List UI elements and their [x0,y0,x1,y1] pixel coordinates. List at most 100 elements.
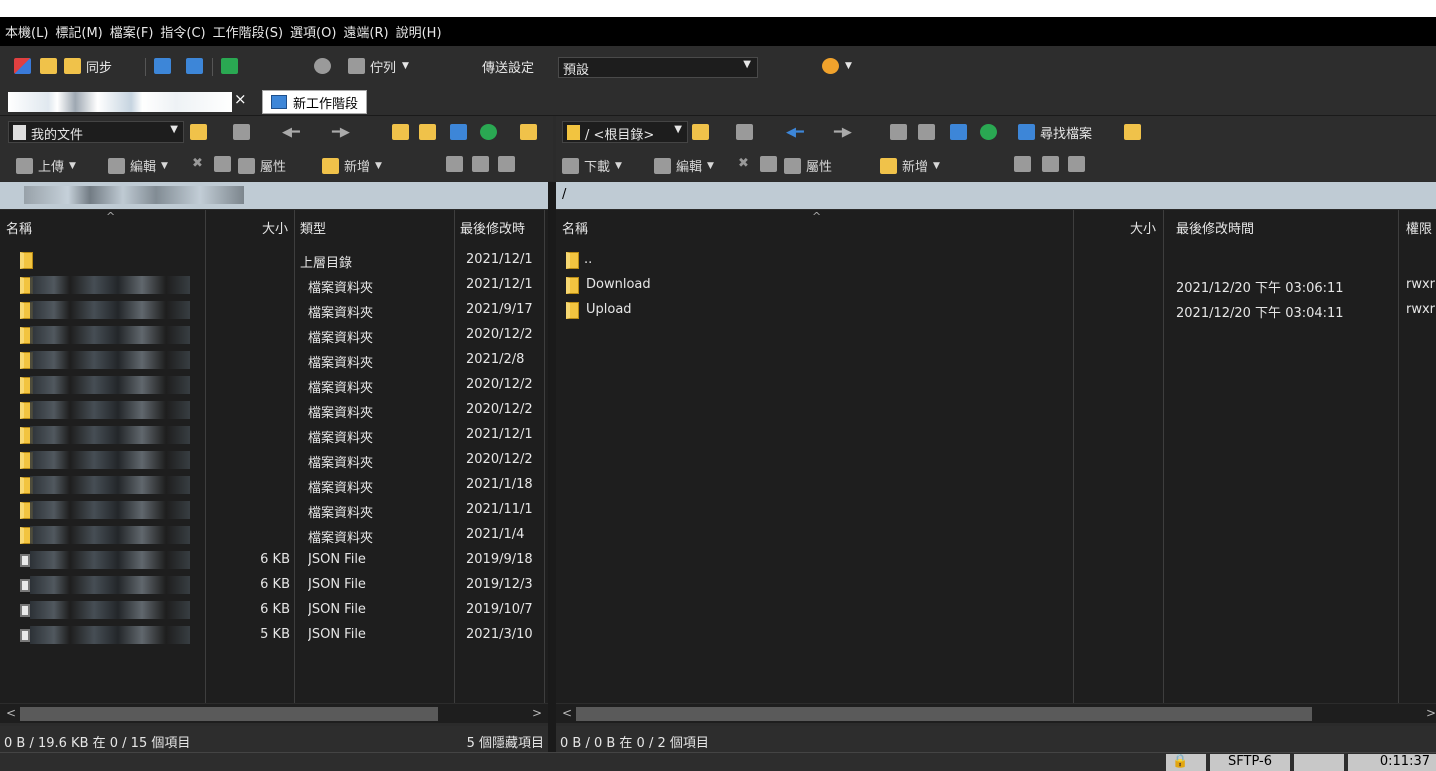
local-location-select[interactable]: 我的文件 ▼ [8,121,184,143]
menu-mark[interactable]: 標記(M) [55,22,102,41]
list-item[interactable]: Download 2021/12/20 下午 03:06:11 rwxr [556,273,1436,298]
local-root-dir-button[interactable] [419,122,436,142]
remote-refresh-button[interactable] [980,122,997,142]
queue-button[interactable]: 佇列 ▼ [348,56,409,76]
remote-edit-button[interactable]: 編輯 ▼ [654,156,714,175]
synchronize-browse-button[interactable] [40,56,57,76]
refresh-button[interactable] [221,56,238,76]
remote-new-button[interactable]: 新增 ▼ [880,156,940,175]
console-button[interactable] [154,56,171,76]
col-size-header[interactable]: 大小 [206,210,294,240]
list-item[interactable]: 檔案資料夾 2021/11/1 [0,498,548,523]
remote-properties-button[interactable]: 屬性 [784,156,832,175]
list-item[interactable]: .. [556,248,1436,273]
local-horizontal-scrollbar[interactable]: < > [0,703,548,723]
list-item[interactable]: 6 KB JSON File 2019/12/3 [0,573,548,598]
remote-parent-dir-button[interactable] [890,122,907,142]
local-find-button[interactable] [520,122,537,142]
list-item[interactable]: 檔案資料夾 2021/9/17 [0,298,548,323]
list-item[interactable]: 上層目錄 2021/12/1 [0,248,548,273]
list-item[interactable]: 檔案資料夾 2020/12/2 [0,373,548,398]
list-item[interactable]: 檔案資料夾 2021/12/1 [0,273,548,298]
remote-open-folder-button[interactable] [692,122,709,142]
remote-path-bar[interactable]: / [556,182,1436,209]
remote-home-button[interactable] [950,122,967,142]
local-open-folder-button[interactable] [190,122,207,142]
local-properties-button[interactable]: 屬性 [238,156,286,175]
remote-unselect-button[interactable] [1042,156,1059,172]
scroll-right-icon[interactable]: > [1426,706,1436,720]
compare-directories-button[interactable] [14,56,31,76]
local-home-button[interactable] [450,122,467,142]
new-session-tab[interactable]: 新工作階段 [262,90,368,114]
col-modified-header[interactable]: 最後修改時間 [1170,210,1400,240]
remote-delete-button[interactable]: ✖ [738,156,749,171]
local-filter-button[interactable] [233,122,250,142]
local-parent-dir-button[interactable] [392,122,409,142]
remote-root-dir-button[interactable] [918,122,935,142]
remote-select-all-button[interactable] [1014,156,1031,172]
list-item[interactable]: 6 KB JSON File 2019/9/18 [0,548,548,573]
menu-local[interactable]: 本機(L) [5,22,48,41]
list-item[interactable]: 6 KB JSON File 2019/10/7 [0,598,548,623]
local-edit-button[interactable]: 編輯 ▼ [108,156,168,175]
scroll-left-icon[interactable]: < [562,706,572,720]
menu-session[interactable]: 工作階段(S) [213,22,283,41]
menu-options[interactable]: 選項(O) [290,22,336,41]
session-tab-active[interactable] [8,92,232,112]
menu-help[interactable]: 說明(H) [396,22,442,41]
list-item[interactable]: 檔案資料夾 2020/12/2 [0,323,548,348]
col-name-header[interactable]: 名稱 [0,210,206,240]
local-forward-button[interactable]: ━▶ [332,122,350,142]
local-delete-button[interactable]: ✖ [192,156,203,171]
remote-horizontal-scrollbar[interactable]: < > [556,703,1436,723]
scroll-thumb[interactable] [20,707,438,721]
remote-filter-button[interactable] [736,122,753,142]
local-refresh-button[interactable] [480,122,497,142]
local-select-all-button[interactable] [446,156,463,172]
hidden-items-status[interactable]: 5 個隱藏項目 [467,732,544,751]
local-unselect-button[interactable] [472,156,489,172]
scroll-right-icon[interactable]: > [532,706,542,720]
col-size-header[interactable]: 大小 [1074,210,1162,240]
protocol-indicator[interactable]: SFTP-6 [1210,754,1290,771]
remote-forward-button[interactable]: ━▶ [834,122,852,142]
putty-button[interactable] [186,56,203,76]
upload-button[interactable]: 上傳 ▼ [16,156,76,175]
col-rights-header[interactable]: 權限 [1400,210,1436,240]
list-item[interactable]: 檔案資料夾 2021/1/18 [0,473,548,498]
remote-tree-button[interactable] [1124,122,1141,142]
col-type-header[interactable]: 類型 [294,210,454,240]
transfer-preset-select[interactable]: 預設 ▼ [558,57,758,78]
scroll-left-icon[interactable]: < [6,706,16,720]
menu-remote[interactable]: 遠端(R) [343,22,388,41]
local-back-button[interactable]: ◀━ [282,122,300,142]
local-rename-button[interactable] [214,156,231,172]
list-item[interactable]: 檔案資料夾 2021/2/8 [0,348,548,373]
compression-icon[interactable] [1294,754,1344,771]
list-item[interactable]: 檔案資料夾 2021/1/4 [0,523,548,548]
list-item[interactable]: 檔案資料夾 2020/12/2 [0,398,548,423]
list-item[interactable]: 檔案資料夾 2020/12/2 [0,448,548,473]
settings-button[interactable] [314,56,331,76]
encryption-lock-icon[interactable]: 🔒 [1166,754,1206,771]
remote-rename-button[interactable] [760,156,777,172]
local-invert-selection-button[interactable] [498,156,515,172]
list-item[interactable]: 5 KB JSON File 2021/3/10 [0,623,548,648]
list-item[interactable]: 檔案資料夾 2021/12/1 [0,423,548,448]
synchronize-button[interactable]: 同步 [64,56,112,76]
remote-invert-selection-button[interactable] [1068,156,1085,172]
col-modified-header[interactable]: 最後修改時 [454,210,548,240]
find-files-button[interactable]: 尋找檔案 [1018,122,1092,142]
download-button[interactable]: 下載 ▼ [562,156,622,175]
list-item[interactable]: Upload 2021/12/20 下午 03:04:11 rwxr [556,298,1436,323]
menu-commands[interactable]: 指令(C) [160,22,205,41]
pane-splitter[interactable] [548,182,556,760]
close-tab-icon[interactable]: × [234,90,247,108]
transfer-preset-menu-button[interactable]: ▼ [822,56,852,76]
local-path-bar[interactable] [0,182,548,209]
remote-back-button[interactable]: ◀━ [786,122,804,142]
remote-location-select[interactable]: / <根目錄> ▼ [562,121,688,143]
menu-files[interactable]: 檔案(F) [110,22,154,41]
scroll-thumb[interactable] [576,707,1312,721]
